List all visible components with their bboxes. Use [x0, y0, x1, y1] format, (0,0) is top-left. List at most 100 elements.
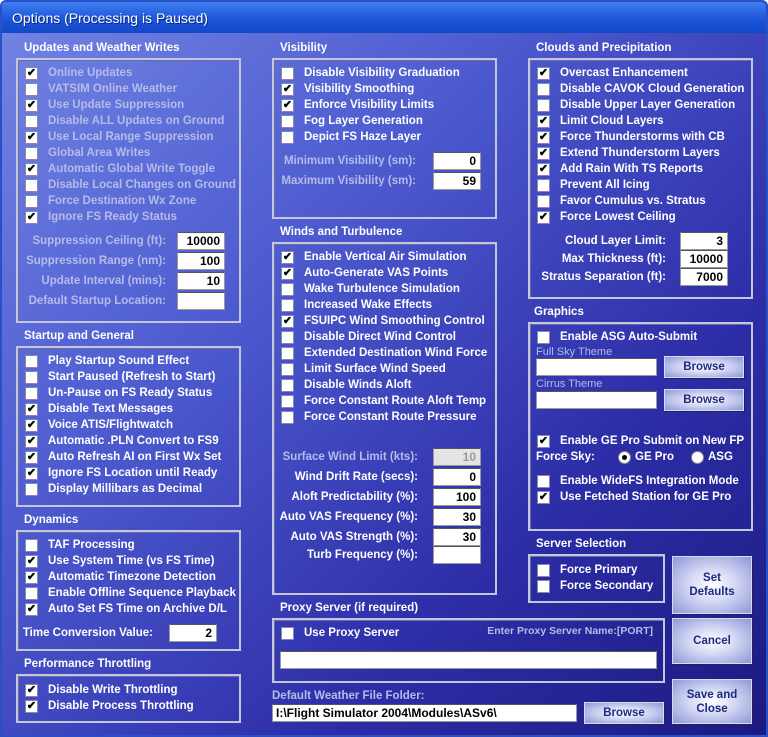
option-checkbox[interactable]: ✔ Ignore FS Location until Ready — [25, 465, 217, 481]
option-checkbox[interactable]: ✔ Automatic Timezone Detection — [25, 569, 216, 585]
option-checkbox[interactable]: Depict FS Haze Layer — [281, 129, 421, 145]
proxy-server-input[interactable] — [280, 651, 657, 669]
option-checkbox[interactable]: Force Primary — [537, 562, 637, 578]
checkbox-label: Use Local Range Suppression — [48, 131, 214, 143]
option-checkbox[interactable]: ✔ Enable Vertical Air Simulation — [281, 249, 467, 265]
option-checkbox[interactable]: Extended Destination Wind Force — [281, 345, 487, 361]
checkbox-unchecked-icon — [25, 354, 38, 368]
field-input[interactable]: 3 — [680, 232, 728, 250]
option-checkbox[interactable]: Disable Local Changes on Ground — [25, 177, 236, 193]
option-checkbox[interactable]: ✔ Limit Cloud Layers — [537, 113, 664, 129]
option-checkbox[interactable]: ✔ Online Updates — [25, 65, 132, 81]
field-input[interactable]: 10 — [433, 448, 481, 466]
checkbox-label: Global Area Writes — [48, 147, 151, 159]
field-input[interactable] — [177, 292, 225, 310]
field-input[interactable] — [433, 546, 481, 564]
option-checkbox[interactable]: Increased Wake Effects — [281, 297, 432, 313]
option-checkbox[interactable]: ✔ Visibility Smoothing — [281, 81, 414, 97]
option-checkbox[interactable]: Disable Upper Layer Generation — [537, 97, 735, 113]
folder-browse-button[interactable]: Browse — [584, 702, 664, 724]
option-checkbox[interactable]: Prevent All Icing — [537, 177, 650, 193]
option-checkbox[interactable]: Play Startup Sound Effect — [25, 353, 189, 369]
field-input[interactable]: 10000 — [177, 232, 225, 250]
field-input[interactable]: 10 — [177, 272, 225, 290]
option-checkbox[interactable]: ✔ Use Update Suppression — [25, 97, 184, 113]
field-input[interactable]: 0 — [433, 468, 481, 486]
option-checkbox[interactable]: Force Secondary — [537, 578, 653, 594]
field-input[interactable]: 100 — [177, 252, 225, 270]
option-checkbox[interactable]: ✔ Ignore FS Ready Status — [25, 209, 177, 225]
checkbox-checked-icon: ✔ — [281, 82, 294, 96]
option-checkbox[interactable]: ✔ Add Rain With TS Reports — [537, 161, 703, 177]
field-input[interactable]: 100 — [433, 488, 481, 506]
option-checkbox[interactable]: Force Destination Wx Zone — [25, 193, 196, 209]
option-checkbox[interactable]: Wake Turbulence Simulation — [281, 281, 460, 297]
option-checkbox[interactable]: ✔ Voice ATIS/Flightwatch — [25, 417, 173, 433]
option-checkbox[interactable]: ✔ Automatic .PLN Convert to FS9 — [25, 433, 219, 449]
cirrus-browse-button[interactable]: Browse — [664, 389, 744, 411]
option-checkbox[interactable]: Un-Pause on FS Ready Status — [25, 385, 212, 401]
option-checkbox[interactable]: ✔ Auto Refresh AI on First Wx Set — [25, 449, 221, 465]
checkbox-checked-icon: ✔ — [537, 130, 550, 144]
fetched-station-checkbox[interactable]: ✔ Use Fetched Station for GE Pro — [537, 489, 731, 505]
full-sky-browse-button[interactable]: Browse — [664, 356, 744, 378]
option-checkbox[interactable]: Disable Winds Aloft — [281, 377, 411, 393]
option-checkbox[interactable]: Disable ALL Updates on Ground — [25, 113, 224, 129]
force-sky-gepro-radio[interactable]: GE Pro — [618, 449, 674, 465]
checkbox-checked-icon: ✔ — [25, 402, 38, 416]
option-checkbox[interactable]: Force Constant Route Pressure — [281, 409, 477, 425]
checkbox-unchecked-icon — [25, 178, 38, 192]
save-and-close-button[interactable]: Save and Close — [672, 679, 752, 724]
option-checkbox[interactable]: Enable Offline Sequence Playback — [25, 585, 236, 601]
checkbox-checked-icon: ✔ — [281, 314, 294, 328]
field-input[interactable]: 30 — [433, 508, 481, 526]
option-checkbox[interactable]: Favor Cumulus vs. Stratus — [537, 193, 706, 209]
option-checkbox[interactable]: TAF Processing — [25, 537, 135, 553]
option-checkbox[interactable]: Force Constant Route Aloft Temp — [281, 393, 486, 409]
field-input[interactable]: 0 — [433, 152, 481, 170]
option-checkbox[interactable]: ✔ Use System Time (vs FS Time) — [25, 553, 214, 569]
option-checkbox[interactable]: Disable Visibility Graduation — [281, 65, 460, 81]
option-checkbox[interactable]: Disable Direct Wind Control — [281, 329, 456, 345]
full-sky-theme-input[interactable] — [536, 358, 657, 376]
option-checkbox[interactable]: ✔ Automatic Global Write Toggle — [25, 161, 215, 177]
use-proxy-checkbox[interactable]: Use Proxy Server — [281, 625, 399, 641]
option-checkbox[interactable]: Fog Layer Generation — [281, 113, 423, 129]
field-input[interactable]: 7000 — [680, 268, 728, 286]
force-sky-asg-radio[interactable]: ASG — [691, 449, 733, 465]
option-checkbox[interactable]: Display Millibars as Decimal — [25, 481, 202, 497]
option-checkbox[interactable]: ✔ FSUIPC Wind Smoothing Control — [281, 313, 485, 329]
option-checkbox[interactable]: ✔ Disable Text Messages — [25, 401, 173, 417]
field-input[interactable]: 30 — [433, 528, 481, 546]
option-checkbox[interactable]: ✔ Force Lowest Ceiling — [537, 209, 676, 225]
checkbox-label: Disable Local Changes on Ground — [48, 179, 236, 191]
cancel-button[interactable]: Cancel — [672, 618, 752, 664]
weather-folder-input[interactable]: I:\Flight Simulator 2004\Modules\ASv6\ — [272, 704, 577, 722]
option-checkbox[interactable]: ✔ Extend Thunderstorm Layers — [537, 145, 720, 161]
gepro-submit-checkbox[interactable]: ✔ Enable GE Pro Submit on New FP — [537, 433, 744, 449]
option-checkbox[interactable]: ✔ Use Local Range Suppression — [25, 129, 214, 145]
option-checkbox[interactable]: Start Paused (Refresh to Start) — [25, 369, 215, 385]
widefs-checkbox[interactable]: Enable WideFS Integration Mode — [537, 473, 739, 489]
option-checkbox[interactable]: ✔ Disable Process Throttling — [25, 698, 194, 714]
option-checkbox[interactable]: ✔ Auto Set FS Time on Archive D/L — [25, 601, 227, 617]
field-label: Cloud Layer Limit: — [565, 235, 666, 247]
field-input[interactable]: 2 — [169, 624, 217, 642]
option-checkbox[interactable]: ✔ Overcast Enhancement — [537, 65, 688, 81]
checkbox-checked-icon: ✔ — [25, 98, 38, 112]
checkbox-label: Use Update Suppression — [48, 99, 185, 111]
option-checkbox[interactable]: VATSIM Online Weather — [25, 81, 177, 97]
asg-auto-submit-checkbox[interactable]: Enable ASG Auto-Submit — [537, 329, 697, 345]
set-defaults-button[interactable]: Set Defaults — [672, 556, 752, 614]
option-checkbox[interactable]: Global Area Writes — [25, 145, 150, 161]
field-label: Maximum Visibility (sm): — [281, 175, 416, 187]
option-checkbox[interactable]: Disable CAVOK Cloud Generation — [537, 81, 744, 97]
option-checkbox[interactable]: ✔ Auto-Generate VAS Points — [281, 265, 448, 281]
option-checkbox[interactable]: ✔ Disable Write Throttling — [25, 682, 178, 698]
field-input[interactable]: 59 — [433, 172, 481, 190]
option-checkbox[interactable]: Limit Surface Wind Speed — [281, 361, 446, 377]
cirrus-theme-input[interactable] — [536, 391, 657, 409]
option-checkbox[interactable]: ✔ Force Thunderstorms with CB — [537, 129, 725, 145]
option-checkbox[interactable]: ✔ Enforce Visibility Limits — [281, 97, 434, 113]
field-input[interactable]: 10000 — [680, 250, 728, 268]
